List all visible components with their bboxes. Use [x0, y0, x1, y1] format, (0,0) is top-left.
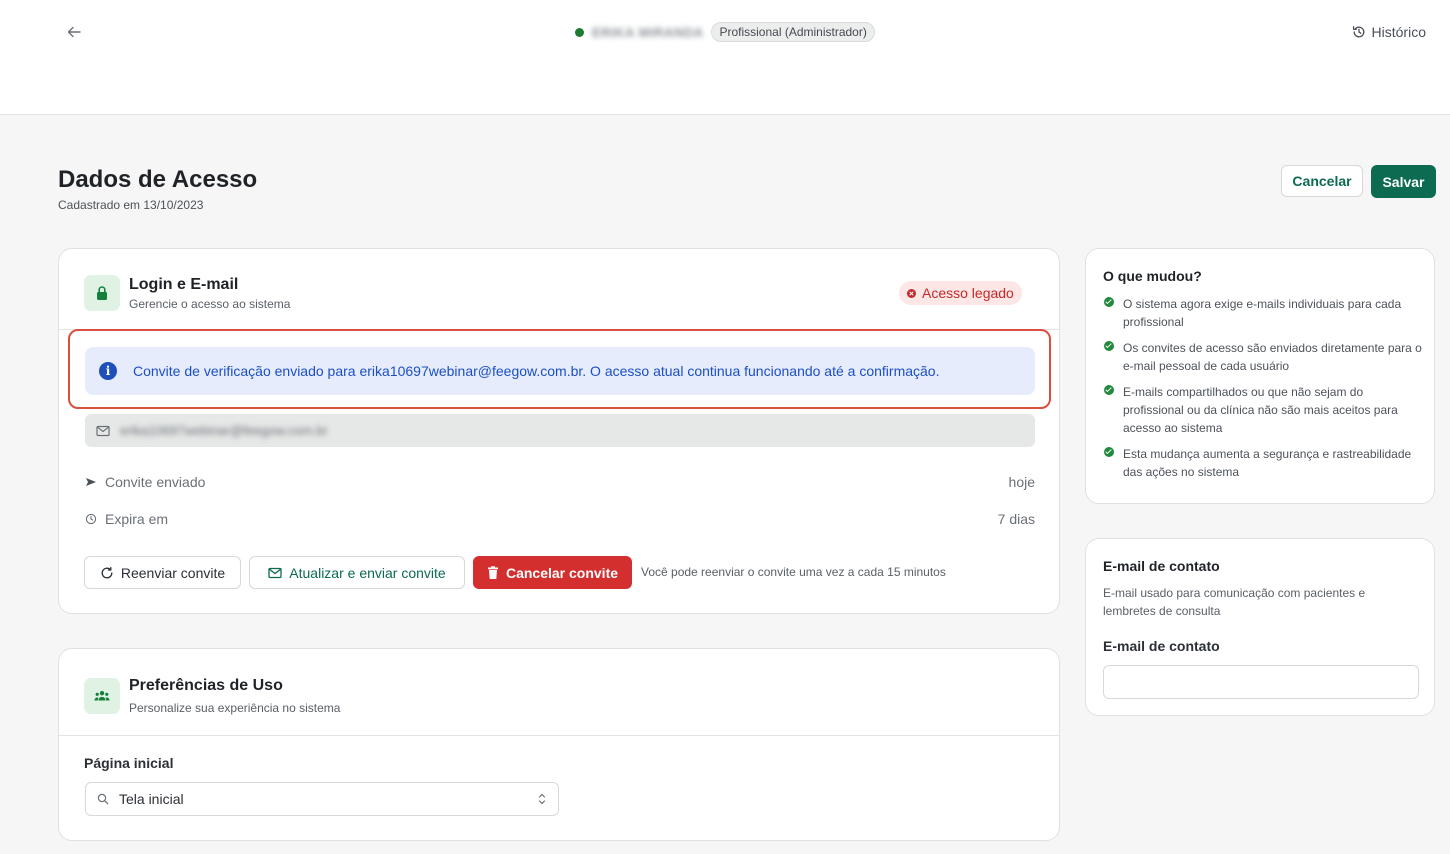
refresh-icon	[101, 566, 113, 578]
contact-email-description: E-mail usado para comunicação com pacien…	[1103, 586, 1366, 618]
page-title: Dados de Acesso	[58, 166, 258, 193]
contact-email-input[interactable]	[1103, 665, 1419, 699]
expires-value: 7 dias	[997, 511, 1035, 527]
home-page-select[interactable]: Tela inicial	[85, 782, 559, 816]
send-icon	[86, 478, 96, 486]
legacy-access-badge: Acesso legado	[899, 281, 1022, 305]
lock-icon	[97, 286, 107, 300]
invite-sent-label: Convite enviado	[105, 474, 206, 490]
email-field: erika10697webinar@feegow.com.br	[85, 414, 1035, 447]
check-circle-icon	[1104, 447, 1114, 457]
list-item: Esta mudança aumenta a segurança e rastr…	[1103, 445, 1423, 481]
expires-row: Expira em 7 dias	[85, 509, 1035, 529]
update-send-invite-button[interactable]: Atualizar e enviar convite	[249, 556, 465, 589]
users-icon	[94, 691, 110, 701]
preferences-section-title: Preferências de Uso	[129, 677, 283, 694]
info-icon: i	[99, 362, 117, 380]
history-icon	[1352, 26, 1364, 38]
contact-email-title: E-mail de contato	[1103, 558, 1220, 574]
trash-icon	[487, 565, 498, 579]
mail-icon	[96, 425, 110, 436]
lock-icon-wrap	[84, 275, 120, 311]
online-status-dot	[575, 27, 584, 37]
legacy-access-label: Acesso legado	[922, 285, 1014, 301]
list-item: E-mails compartilhados ou que não sejam …	[1103, 383, 1423, 437]
history-button[interactable]: Histórico	[1352, 24, 1426, 40]
changes-list: O sistema agora exige e-mails individuai…	[1103, 295, 1423, 489]
check-circle-icon	[1104, 341, 1114, 351]
check-circle-icon	[1104, 297, 1114, 307]
clock-icon	[85, 513, 97, 525]
change-item-text: O sistema agora exige e-mails individuai…	[1123, 297, 1402, 329]
top-bar: ERIKA MIRANDA Profissional (Administrado…	[0, 0, 1450, 115]
preferences-card: Preferências de Uso Personalize sua expe…	[58, 648, 1060, 841]
change-item-text: Esta mudança aumenta a segurança e rastr…	[1123, 447, 1412, 479]
what-changed-title: O que mudou?	[1103, 268, 1202, 284]
mail-icon	[268, 567, 282, 578]
login-section-title: Login e E-mail	[129, 276, 239, 293]
divider	[59, 735, 1059, 736]
role-badge: Profissional (Administrador)	[711, 22, 875, 42]
info-banner: i Convite de verificação enviado para er…	[85, 347, 1035, 395]
check-circle-icon	[1104, 385, 1114, 395]
cancel-button[interactable]: Cancelar	[1281, 165, 1363, 197]
invite-sent-value: hoje	[1008, 474, 1035, 490]
contact-email-label: E-mail de contato	[1103, 638, 1220, 654]
expires-label: Expira em	[105, 511, 169, 527]
login-email-card: Login e E-mail Gerencie o acesso ao sist…	[58, 248, 1060, 614]
cancel-invite-button[interactable]: Cancelar convite	[473, 556, 632, 589]
page-subtitle: Cadastrado em 13/10/2023	[58, 198, 204, 212]
back-button[interactable]	[62, 20, 86, 44]
users-icon-wrap	[84, 678, 120, 714]
chevron-up-down-icon	[538, 793, 546, 805]
arrow-left-icon	[67, 26, 81, 38]
error-circle-icon	[907, 288, 916, 298]
save-button[interactable]: Salvar	[1371, 165, 1436, 198]
preferences-section-subtitle: Personalize sua experiência no sistema	[129, 701, 341, 715]
resend-hint: Você pode reenviar o convite uma vez a c…	[641, 565, 946, 579]
invite-sent-row: Convite enviado hoje	[85, 472, 1035, 492]
home-page-label: Página inicial	[84, 755, 174, 771]
cancel-invite-label: Cancelar convite	[505, 564, 619, 581]
list-item: O sistema agora exige e-mails individuai…	[1103, 295, 1423, 331]
user-info: ERIKA MIRANDA Profissional (Administrado…	[575, 22, 875, 42]
info-message: Convite de verificação enviado para erik…	[133, 363, 940, 379]
resend-invite-label: Reenviar convite	[120, 564, 226, 581]
login-section-subtitle: Gerencie o acesso ao sistema	[129, 297, 291, 311]
list-item: Os convites de acesso são enviados diret…	[1103, 339, 1423, 375]
history-label: Histórico	[1371, 24, 1426, 40]
user-name: ERIKA MIRANDA	[592, 24, 704, 40]
contact-email-card: E-mail de contato E-mail usado para comu…	[1085, 538, 1435, 716]
search-icon	[97, 793, 109, 805]
update-send-invite-label: Atualizar e enviar convite	[289, 564, 446, 581]
resend-invite-button[interactable]: Reenviar convite	[84, 556, 241, 589]
home-page-value: Tela inicial	[119, 791, 184, 807]
change-item-text: Os convites de acesso são enviados diret…	[1123, 341, 1422, 373]
change-item-text: E-mails compartilhados ou que não sejam …	[1123, 385, 1398, 435]
email-value: erika10697webinar@feegow.com.br	[120, 423, 328, 438]
what-changed-card: O que mudou? O sistema agora exige e-mai…	[1085, 248, 1435, 504]
